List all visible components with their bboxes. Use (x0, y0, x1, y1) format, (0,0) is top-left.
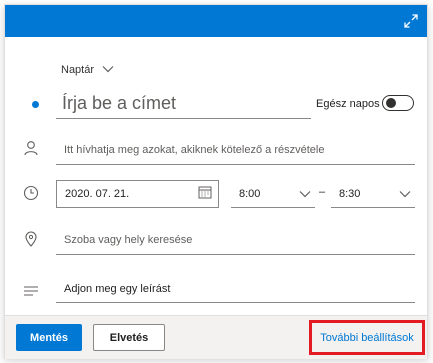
end-time-select[interactable]: 8:30 (331, 180, 415, 208)
all-day-label: Egész napos (316, 98, 380, 110)
attendees-input[interactable] (56, 135, 415, 165)
start-date-value: 2020. 07. 21. (65, 188, 130, 200)
chevron-down-icon (102, 64, 114, 76)
location-pin-icon (23, 231, 39, 247)
calendar-icon (198, 185, 212, 204)
toggle-knob (386, 98, 396, 108)
start-time-value: 8:00 (239, 187, 261, 200)
text-lines-icon (23, 283, 39, 299)
dialog-footer: Mentés Elvetés További beállítások (5, 315, 427, 359)
clock-icon (23, 185, 39, 201)
save-button[interactable]: Mentés (16, 324, 82, 351)
chevron-down-icon (399, 185, 411, 203)
start-date-picker[interactable]: 2020. 07. 21. (56, 180, 219, 208)
start-time-select[interactable]: 8:00 (231, 180, 315, 208)
expand-icon[interactable] (403, 13, 419, 29)
more-options-link[interactable]: További beállítások (309, 320, 425, 355)
time-separator: – (319, 186, 326, 198)
all-day-toggle[interactable] (382, 95, 414, 111)
location-input[interactable] (56, 225, 415, 255)
description-input[interactable] (56, 275, 415, 303)
calendar-color-dot (32, 101, 39, 108)
more-options-label: További beállítások (320, 331, 414, 344)
event-title-input[interactable] (56, 89, 311, 119)
end-time-value: 8:30 (339, 187, 361, 200)
chevron-down-icon (299, 185, 311, 203)
person-icon (23, 140, 39, 156)
discard-button[interactable]: Elvetés (93, 324, 165, 351)
new-event-dialog: Naptár Egész napos 2020. 07. 21. (4, 4, 428, 359)
calendar-selector[interactable]: Naptár (61, 61, 114, 79)
calendar-label: Naptár (61, 64, 95, 76)
dialog-header (5, 5, 427, 37)
